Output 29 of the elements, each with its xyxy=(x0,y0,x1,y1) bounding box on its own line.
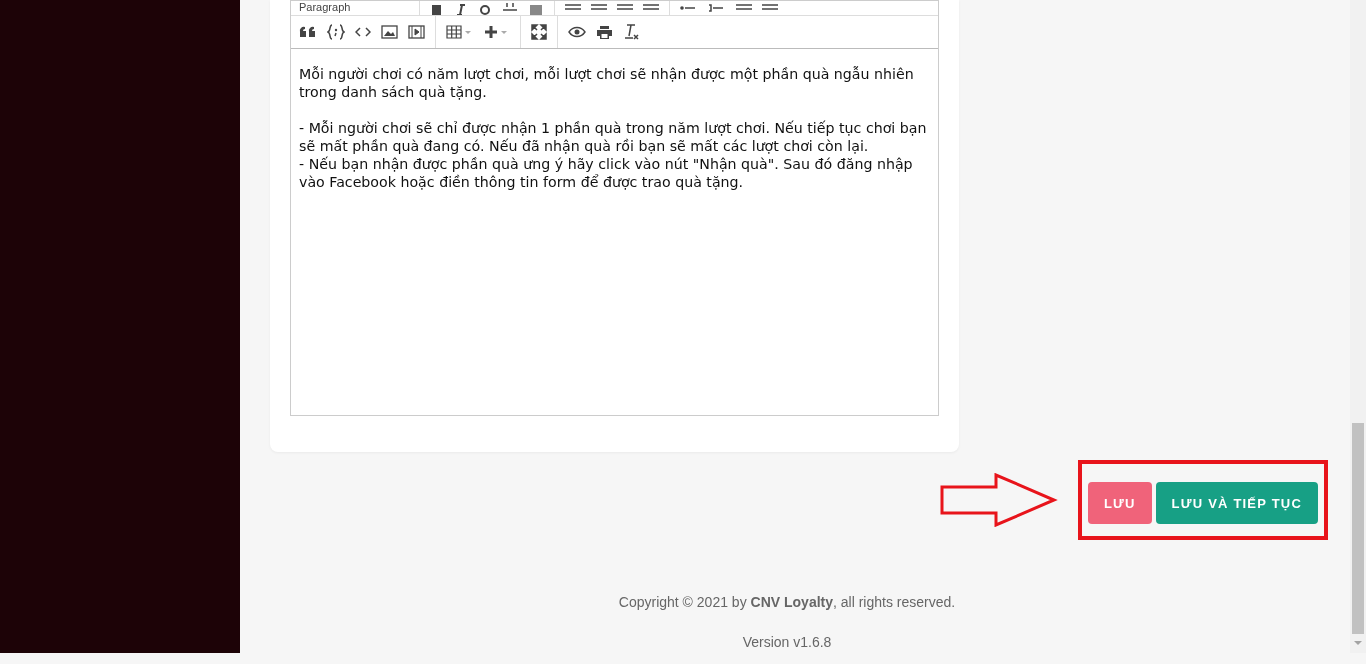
editor-paragraph: Mỗi người chơi có năm lượt chơi, mỗi lượt chơi sẽ nhận được một phần quà ngẫu nhiên trong danh sách quà tặng. xyxy=(299,65,915,101)
fullscreen-icon[interactable] xyxy=(531,24,547,40)
plus-icon[interactable] xyxy=(484,25,510,39)
highlight-icon[interactable] xyxy=(528,3,544,15)
code-icon[interactable] xyxy=(355,26,371,38)
code-block-icon[interactable] xyxy=(327,24,345,40)
align-icon[interactable] xyxy=(643,3,659,13)
save-button[interactable]: LƯU xyxy=(1087,482,1152,524)
editor-paragraph: - Nếu bạn nhận được phần quà ưng ý hãy click vào nút "Nhận quà". Sau đó đăng nhập vào Facebook hoặc điền thông tin form để được trao quà tặng. xyxy=(299,155,914,191)
editor-paragraph: - Mỗi người chơi sẽ chỉ được nhận 1 phần quà trong năm lượt chơi. Nếu tiếp tục chơi bạn sẽ mất phần quà đang có. Nếu đã nhận quà rồi bạn sẽ mất các lượt chơi còn lại. xyxy=(299,119,928,155)
quote-icon[interactable] xyxy=(299,25,317,39)
clear-formatting-icon[interactable] xyxy=(623,24,639,40)
video-icon[interactable] xyxy=(408,25,425,39)
align-icon[interactable] xyxy=(565,3,581,13)
align-icon[interactable] xyxy=(591,3,607,13)
pointing-arrow-icon xyxy=(939,473,1058,527)
copyright-text: Copyright © 2021 by CNV Loyalty, all rights reserved. xyxy=(617,594,957,610)
save-button[interactable]: LƯU VÀ TIẾP TỤC xyxy=(1155,482,1318,524)
image-icon[interactable] xyxy=(381,25,398,39)
eye-icon[interactable] xyxy=(568,26,586,38)
italic-icon[interactable] xyxy=(454,3,468,15)
table-icon[interactable] xyxy=(446,25,474,39)
align-icon[interactable] xyxy=(617,3,633,13)
scrollbar-thumb[interactable] xyxy=(1352,423,1364,634)
version-text: Version v1.6.8 xyxy=(741,634,833,650)
print-icon[interactable] xyxy=(596,24,613,40)
format-dropdown[interactable]: Paragraph xyxy=(299,1,409,13)
numbered-list-icon[interactable] xyxy=(708,3,726,13)
bulleted-list-icon[interactable] xyxy=(680,3,698,13)
